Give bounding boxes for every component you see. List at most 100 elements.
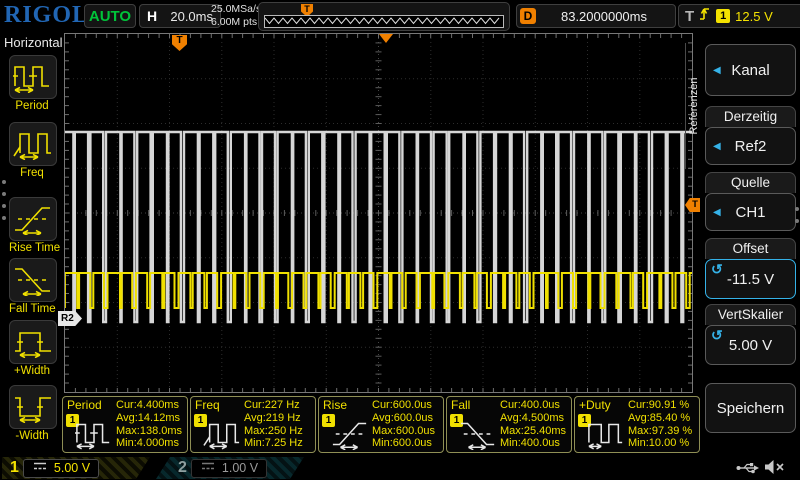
period-icon: [9, 55, 57, 99]
trigger-label: T: [685, 8, 694, 25]
vertskalier-label: VertSkalier: [705, 304, 796, 325]
horizontal-scale-value: 20.0ms: [170, 9, 213, 24]
trigger-level-value: 12.5 V: [735, 9, 773, 24]
sidebar-item-rise-time[interactable]: Rise Time: [9, 197, 55, 254]
quelle-value: CH1: [735, 204, 765, 221]
channel1-scale-chip: 5.00 V: [23, 459, 99, 478]
measurement-title: Period: [67, 398, 102, 412]
sidebar-item-fall-time[interactable]: Fall Time: [9, 258, 55, 315]
usb-icon: [736, 461, 760, 480]
sidebar-item-nwidth[interactable]: -Width: [9, 385, 55, 442]
kanal-label: Kanal: [731, 62, 769, 79]
menu-tab-referenzen[interactable]: Referenzen: [685, 43, 703, 169]
minus-width-icon: [9, 385, 57, 429]
derzeitig-label: Derzeitig: [705, 106, 796, 127]
offset-label: Offset: [705, 238, 796, 259]
sidebar-item-period[interactable]: Period: [9, 55, 55, 112]
dc-coupling-icon: [32, 459, 48, 477]
delay-offset-value: 83.2000000ms: [536, 9, 672, 24]
speaker-muted-icon: [764, 459, 785, 480]
measurement-panel-duty: +Duty 1 Cur:90.91 %Avg:85.40 % Max:97.39…: [574, 396, 700, 453]
quelle-label: Quelle: [705, 172, 796, 193]
horizontal-scale-box[interactable]: H 20.0ms: [139, 4, 221, 28]
vertskalier-button[interactable]: ↺ 5.00 V: [705, 325, 796, 365]
channel1-status[interactable]: 1 5.00 V: [2, 457, 150, 479]
measurement-title: Fall: [451, 398, 470, 412]
trigger-info-box[interactable]: T 1 12.5 V: [678, 4, 800, 28]
sidebar-title: Horizontal: [4, 35, 63, 50]
sidebar-item-label: Freq: [9, 167, 55, 179]
measurement-values: Cur:4.400msAvg:14.12ms Max:138.0msMin:4.…: [116, 399, 182, 450]
sidebar-item-label: Period: [9, 100, 55, 112]
rigol-logo: RIGOL: [4, 2, 89, 29]
channel2-scale: 1.00 V: [222, 461, 258, 475]
measurement-panel-rise: Rise 1 Cur:600.0usAvg:600.0us Max:600.0u…: [318, 396, 444, 453]
duty-icon: [587, 418, 625, 455]
horizontal-label: H: [147, 8, 157, 24]
sidebar-item-freq[interactable]: Freq: [9, 122, 55, 179]
trigger-edge-icon: [699, 6, 711, 27]
channel2-status[interactable]: 2 1.00 V: [156, 457, 304, 479]
preview-waveform-icon: [265, 16, 501, 25]
speichern-label: Speichern: [717, 400, 785, 417]
sidebar-scroll-dots: [2, 180, 6, 228]
freq-icon: [203, 418, 241, 455]
vertskalier-value: 5.00 V: [729, 337, 772, 354]
graticule: T T R2: [64, 33, 693, 393]
sample-rate: 25.0MSa/s: [211, 3, 261, 16]
measurement-values: Cur:90.91 %Avg:85.40 % Max:97.39 %Min:10…: [628, 399, 692, 450]
run-status-badge: AUTO: [84, 4, 136, 28]
delay-icon: D: [520, 8, 536, 24]
measurement-values: Cur:227 HzAvg:219 Hz Max:250 HzMin:7.25 …: [244, 399, 303, 450]
fall-icon: [459, 418, 497, 455]
measurement-panel-freq: Freq 1 Cur:227 HzAvg:219 Hz Max:250 HzMi…: [190, 396, 316, 453]
sidebar-item-label: -Width: [9, 430, 55, 442]
rise-icon: [331, 418, 369, 455]
chevron-left-icon: ◀: [713, 65, 721, 76]
channel2-number: 2: [178, 459, 187, 477]
kanal-button[interactable]: ◀ Kanal: [705, 44, 796, 96]
period-icon: [75, 418, 113, 455]
acquisition-info: 25.0MSa/s 6.00M pts: [211, 3, 261, 29]
sidebar-item-label: Fall Time: [9, 303, 55, 315]
plus-width-icon: [9, 320, 57, 364]
menu-tab-label: Referenzen: [686, 43, 702, 169]
rotate-knob-icon: ↺: [711, 262, 723, 276]
measurement-values: Cur:600.0usAvg:600.0us Max:600.0usMin:60…: [372, 399, 435, 450]
sidebar-item-label: +Width: [9, 365, 55, 377]
run-status-text: AUTO: [89, 8, 131, 25]
measurement-title: Rise: [323, 398, 347, 412]
freq-icon: [9, 122, 57, 166]
waveform-preview-strip: [264, 15, 504, 28]
dc-coupling-icon: [200, 459, 216, 477]
offset-value: -11.5 V: [727, 271, 774, 288]
channel2-scale-chip: 1.00 V: [191, 459, 267, 478]
channel1-scale: 5.00 V: [54, 461, 90, 475]
derzeitig-value: Ref2: [735, 138, 767, 155]
quelle-button[interactable]: ◀ CH1: [705, 193, 796, 231]
chevron-left-icon: ◀: [713, 141, 721, 152]
trigger-source-badge: 1: [716, 9, 730, 23]
memory-depth: 6.00M pts: [211, 16, 261, 29]
speichern-button[interactable]: Speichern: [705, 383, 796, 433]
rise-time-icon: [9, 197, 57, 241]
measurement-panel-fall: Fall 1 Cur:400.0usAvg:4.500ms Max:25.40m…: [446, 396, 572, 453]
trigger-position-marker-icon[interactable]: [379, 34, 393, 43]
rotate-knob-icon: ↺: [711, 328, 723, 342]
sidebar-item-pwidth[interactable]: +Width: [9, 320, 55, 377]
measurement-values: Cur:400.0usAvg:4.500ms Max:25.40msMin:40…: [500, 399, 566, 450]
waveform-canvas: [65, 34, 692, 392]
softkey-menu: Referenzen ◀ Kanal Derzeitig ◀ Ref2 Quel…: [700, 31, 800, 455]
delay-offset-box[interactable]: D 83.2000000ms: [516, 4, 676, 28]
chevron-left-icon: ◀: [713, 207, 721, 218]
sidebar-item-label: Rise Time: [9, 242, 55, 254]
measurement-title: Freq: [195, 398, 220, 412]
measurement-panel-period: Period 1 Cur:4.400msAvg:14.12ms Max:138.…: [62, 396, 188, 453]
menu-scroll-dots: [795, 207, 799, 231]
fall-time-icon: [9, 258, 57, 302]
offset-button[interactable]: ↺ -11.5 V: [705, 259, 796, 299]
oscilloscope-screen: RIGOL AUTO H 20.0ms 25.0MSa/s 6.00M pts …: [0, 0, 800, 480]
derzeitig-button[interactable]: ◀ Ref2: [705, 127, 796, 165]
waveform-preview-box[interactable]: T: [258, 2, 510, 31]
channel1-number: 1: [10, 459, 19, 477]
